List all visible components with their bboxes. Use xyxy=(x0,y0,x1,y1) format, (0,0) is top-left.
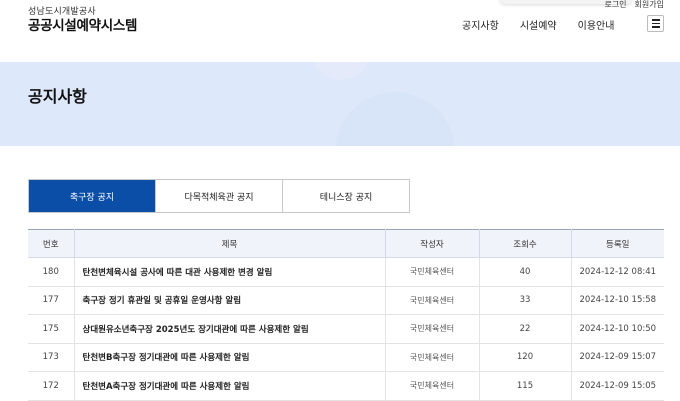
facility-tabs: 축구장 공지 다목적체육관 공지 테니스장 공지 xyxy=(28,179,410,213)
row-author: 국민체육센터 xyxy=(385,257,480,287)
table-row[interactable]: 173 탄천변B축구장 정기대관에 따른 사용제한 알림 국민체육센터 120 … xyxy=(28,343,664,372)
main-nav: 공지사항 시설예약 이용안내 xyxy=(462,17,635,32)
row-title-link[interactable]: 탄천변A축구장 정기대관에 따른 사용제한 알림 xyxy=(74,371,386,401)
row-author: 국민체육센터 xyxy=(385,286,480,315)
table-row[interactable]: 175 상대원유소년축구장 2025년도 장기대관에 따른 사용제한 알림 국민… xyxy=(28,314,664,344)
row-date: 2024-12-12 08:41 xyxy=(571,257,664,287)
row-title-link[interactable]: 탄천변체육시설 공사에 따른 대관 사용제한 변경 알림 xyxy=(74,257,386,287)
signup-link[interactable]: 회원가입 xyxy=(635,0,664,10)
row-views: 115 xyxy=(479,371,572,401)
utility-links: 로그인 회원가입 xyxy=(604,0,664,10)
table-row[interactable]: 180 탄천변체육시설 공사에 따른 대관 사용제한 변경 알림 국민체육센터 … xyxy=(28,257,664,287)
header-views: 조회수 xyxy=(479,229,572,258)
banner-decoration xyxy=(335,92,455,146)
nav-item-notice[interactable]: 공지사항 xyxy=(462,17,499,32)
logo-title: 공공시설예약시스템 xyxy=(28,18,138,34)
tab-soccer[interactable]: 축구장 공지 xyxy=(29,180,156,212)
row-date: 2024-12-09 15:07 xyxy=(571,343,664,372)
row-views: 22 xyxy=(479,314,572,344)
page-title: 공지사항 xyxy=(28,87,87,106)
row-views: 33 xyxy=(479,286,572,315)
header-title: 제목 xyxy=(74,229,386,258)
row-views: 40 xyxy=(479,257,572,287)
row-title-link[interactable]: 탄천변B축구장 정기대관에 따른 사용제한 알림 xyxy=(74,343,386,372)
table-row[interactable]: 177 축구장 정기 휴관일 및 공휴일 운영사항 알림 국민체육센터 33 2… xyxy=(28,286,664,315)
row-views: 120 xyxy=(479,343,572,372)
row-author: 국민체육센터 xyxy=(385,314,480,344)
header-author: 작성자 xyxy=(385,229,480,258)
row-date: 2024-12-09 15:05 xyxy=(571,371,664,401)
table-row[interactable]: 172 탄천변A축구장 정기대관에 따른 사용제한 알림 국민체육센터 115 … xyxy=(28,371,664,401)
row-title-link[interactable]: 축구장 정기 휴관일 및 공휴일 운영사항 알림 xyxy=(74,286,386,315)
header-no: 번호 xyxy=(28,229,75,258)
row-author: 국민체육센터 xyxy=(385,343,480,372)
row-no: 172 xyxy=(28,371,75,401)
nav-item-guide[interactable]: 이용안내 xyxy=(578,17,615,32)
row-no: 175 xyxy=(28,314,75,344)
header-date: 등록일 xyxy=(571,229,664,258)
page-banner: 공지사항 xyxy=(0,62,680,146)
row-no: 180 xyxy=(28,257,75,287)
hamburger-menu-icon[interactable] xyxy=(647,15,664,32)
row-author: 국민체육센터 xyxy=(385,371,480,401)
tab-tennis[interactable]: 테니스장 공지 xyxy=(283,180,409,212)
banner-decoration xyxy=(312,62,370,80)
row-date: 2024-12-10 10:50 xyxy=(571,314,664,344)
login-link[interactable]: 로그인 xyxy=(604,0,626,10)
table-header-row: 번호 제목 작성자 조회수 등록일 xyxy=(28,229,664,258)
logo[interactable]: 성남도시개발공사 공공시설예약시스템 xyxy=(28,7,137,35)
tab-gym[interactable]: 다목적체육관 공지 xyxy=(156,180,283,212)
logo-subtitle: 성남도시개발공사 xyxy=(28,7,96,17)
row-date: 2024-12-10 15:58 xyxy=(571,286,664,315)
row-no: 177 xyxy=(28,286,75,315)
notice-table: 번호 제목 작성자 조회수 등록일 180 탄천변체육시설 공사에 따른 대관 … xyxy=(28,229,664,401)
nav-item-reservation[interactable]: 시설예약 xyxy=(520,17,557,32)
header: 성남도시개발공사 공공시설예약시스템 공지사항 시설예약 이용안내 xyxy=(0,0,680,62)
row-title-link[interactable]: 상대원유소년축구장 2025년도 장기대관에 따른 사용제한 알림 xyxy=(74,314,386,344)
row-no: 173 xyxy=(28,343,75,372)
